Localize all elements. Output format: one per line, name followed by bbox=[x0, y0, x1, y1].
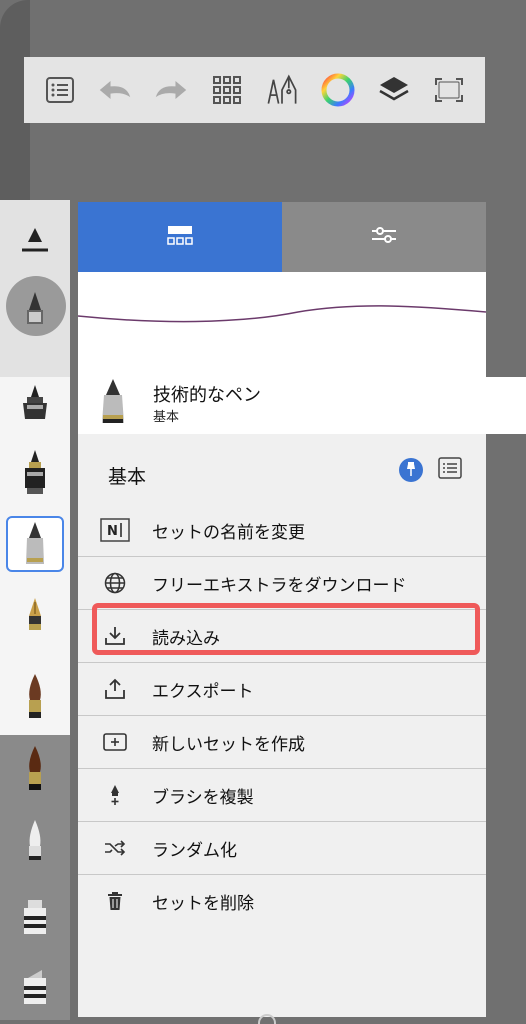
menu-item-export[interactable]: エクスポート bbox=[78, 662, 486, 715]
rename-icon: N bbox=[78, 518, 152, 542]
menu-item-label: ブラシを複製 bbox=[152, 787, 254, 808]
ink-brush-icon[interactable] bbox=[0, 740, 70, 796]
set-menu: N セットの名前を変更 フリーエキストラをダウンロード 読み込み エクスポート bbox=[78, 504, 486, 927]
menu-item-label: 新しいセットを作成 bbox=[152, 734, 305, 755]
brush-set-tab-icon bbox=[167, 225, 193, 249]
marker-2-icon[interactable] bbox=[0, 960, 70, 1016]
menu-item-duplicate-brush[interactable]: ブラシを複製 bbox=[78, 768, 486, 821]
color-wheel-icon[interactable] bbox=[321, 73, 355, 107]
tab-brush-settings[interactable] bbox=[282, 202, 486, 272]
shuffle-icon bbox=[78, 840, 152, 856]
menu-item-new-set[interactable]: 新しいセットを作成 bbox=[78, 715, 486, 768]
menu-item-rename-set[interactable]: N セットの名前を変更 bbox=[78, 504, 486, 556]
import-highlight-annotation bbox=[92, 603, 480, 655]
menu-item-label: ランダム化 bbox=[152, 840, 237, 861]
fountain-pen-icon[interactable] bbox=[0, 592, 70, 648]
top-toolbar bbox=[24, 57, 485, 123]
trash-icon bbox=[78, 891, 152, 911]
panel-tabs bbox=[78, 202, 486, 272]
pin-button[interactable] bbox=[399, 458, 423, 482]
brush-name: 技術的なペン bbox=[153, 385, 261, 406]
marker-1-icon[interactable] bbox=[0, 890, 70, 946]
brush-set-name: 基本 bbox=[153, 410, 180, 425]
svg-text:N: N bbox=[107, 524, 118, 539]
tab-brush-sets[interactable] bbox=[78, 202, 282, 272]
technical-pen-large-icon bbox=[96, 377, 130, 431]
technical-pen-thumb-icon bbox=[0, 290, 70, 330]
list-view-icon bbox=[438, 457, 462, 483]
airbrush-icon[interactable] bbox=[0, 812, 70, 868]
duplicate-brush-icon bbox=[78, 784, 152, 806]
brush-stroke-preview bbox=[77, 272, 487, 378]
export-icon bbox=[78, 678, 152, 700]
technical-pen-icon bbox=[0, 516, 70, 572]
menu-item-label: エクスポート bbox=[152, 681, 254, 702]
set-title: 基本 bbox=[108, 466, 147, 488]
round-brush-icon[interactable] bbox=[0, 668, 70, 724]
brush-pens-icon[interactable] bbox=[265, 73, 299, 107]
new-set-icon bbox=[78, 733, 152, 751]
undo-icon[interactable] bbox=[98, 73, 132, 107]
menu-item-download-extras[interactable]: フリーエキストラをダウンロード bbox=[78, 556, 486, 609]
redo-icon[interactable] bbox=[154, 73, 188, 107]
menu-item-label: フリーエキストラをダウンロード bbox=[152, 575, 407, 596]
set-list-button[interactable] bbox=[438, 457, 462, 483]
menu-item-label: セットの名前を変更 bbox=[152, 522, 305, 543]
brush-settings-tab-icon bbox=[371, 225, 397, 249]
menu-item-label: セットを削除 bbox=[152, 893, 254, 914]
pen-brush-2-icon[interactable] bbox=[0, 445, 70, 501]
globe-icon bbox=[78, 572, 152, 594]
fullscreen-icon[interactable] bbox=[432, 73, 466, 107]
brush-size-icon[interactable] bbox=[0, 220, 70, 260]
selected-brush-row[interactable]: 技術的なペン 基本 bbox=[78, 377, 526, 434]
grid-icon[interactable] bbox=[210, 73, 244, 107]
menu-item-randomize[interactable]: ランダム化 bbox=[78, 821, 486, 874]
layers-icon[interactable] bbox=[377, 73, 411, 107]
menu-item-delete-set[interactable]: セットを削除 bbox=[78, 874, 486, 927]
pin-icon bbox=[405, 461, 417, 480]
pen-brush-1-icon[interactable] bbox=[0, 378, 70, 428]
list-icon[interactable] bbox=[43, 73, 77, 107]
